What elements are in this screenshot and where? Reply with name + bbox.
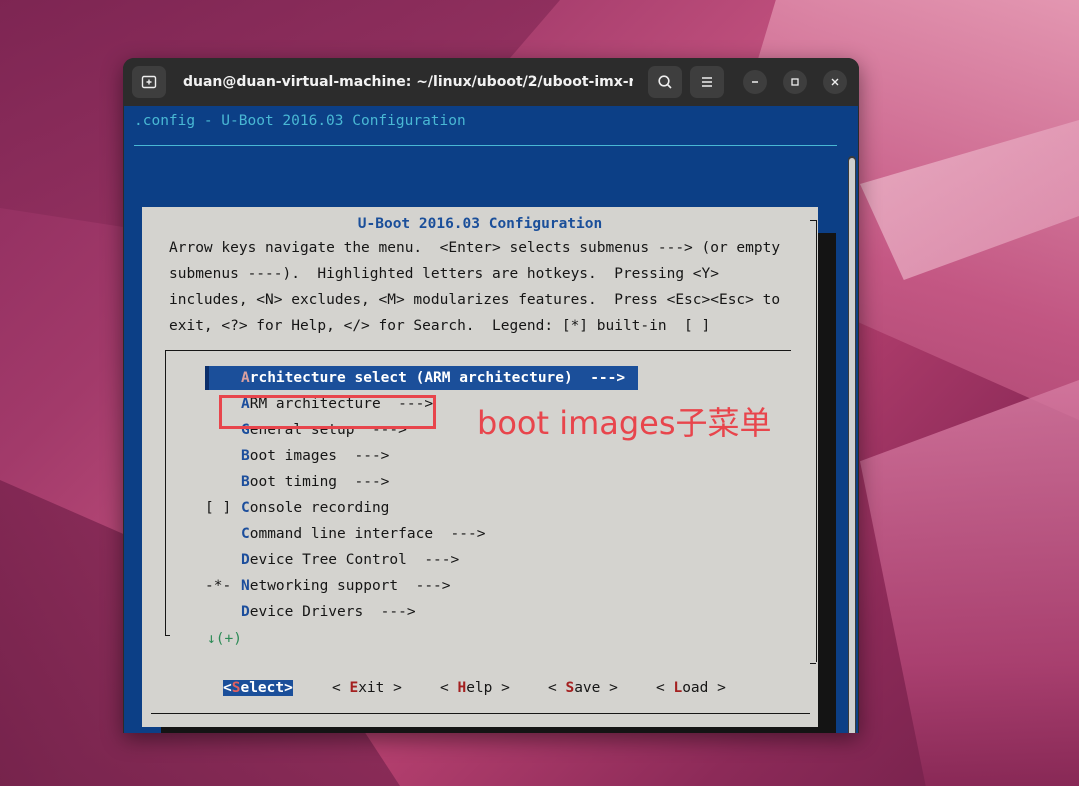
search-icon bbox=[658, 75, 672, 89]
save-button[interactable]: < Save > bbox=[548, 680, 618, 696]
hamburger-icon bbox=[702, 77, 712, 87]
menu-item-networking-support[interactable]: Networking support ---> bbox=[241, 578, 451, 594]
close-icon bbox=[831, 78, 839, 86]
menu-item-console-recording[interactable]: Console recording bbox=[241, 500, 389, 516]
menu-item-device-drivers[interactable]: Device Drivers ---> bbox=[241, 604, 416, 620]
menu-box-top bbox=[165, 350, 791, 351]
help-line-3: includes, <N> excludes, <M> modularizes … bbox=[169, 292, 781, 308]
menu-box-bottom bbox=[165, 635, 170, 636]
maximize-icon bbox=[791, 78, 799, 86]
select-button[interactable]: <Select> bbox=[223, 680, 293, 696]
search-button[interactable] bbox=[648, 66, 682, 98]
menuconfig-dialog: U-Boot 2016.03 Configuration Arrow keys … bbox=[142, 207, 818, 727]
help-line-1: Arrow keys navigate the menu. <Enter> se… bbox=[169, 240, 781, 256]
scrollbar-thumb[interactable] bbox=[849, 158, 855, 733]
help-line-4: exit, <?> for Help, </> for Search. Lege… bbox=[169, 318, 711, 334]
dialog-title: U-Boot 2016.03 Configuration bbox=[357, 216, 603, 232]
close-button[interactable] bbox=[823, 70, 847, 94]
menu-box-left bbox=[165, 350, 166, 635]
help-button[interactable]: < Help > bbox=[440, 680, 510, 696]
console-recording-checkbox[interactable]: [ ] bbox=[205, 500, 231, 516]
menu-item-boot-timing[interactable]: Boot timing ---> bbox=[241, 474, 389, 490]
help-line-2: submenus ----). Highlighted letters are … bbox=[169, 266, 719, 282]
exit-button[interactable]: < Exit > bbox=[332, 680, 402, 696]
annotation-highlight-box bbox=[219, 395, 436, 429]
new-tab-icon bbox=[141, 75, 157, 89]
button-row-separator bbox=[151, 713, 810, 714]
new-tab-button[interactable] bbox=[132, 66, 166, 98]
menu-item-command-line-interface[interactable]: Command line interface ---> bbox=[241, 526, 485, 542]
networking-state-marker: -*- bbox=[205, 578, 232, 594]
header-separator bbox=[134, 145, 837, 146]
minimize-button[interactable] bbox=[743, 70, 767, 94]
menu-item-device-tree-control[interactable]: Device Tree Control ---> bbox=[241, 552, 459, 568]
menu-item-architecture-select[interactable]: Architecture select (ARM architecture) -… bbox=[241, 370, 625, 386]
title-bar: duan@duan-virtual-machine: ~/linux/uboot… bbox=[123, 58, 859, 106]
selection-edge bbox=[205, 366, 209, 390]
more-items-indicator: ↓(+) bbox=[207, 631, 242, 647]
hamburger-menu-button[interactable] bbox=[690, 66, 724, 98]
menu-item-boot-images[interactable]: Boot images ---> bbox=[241, 448, 389, 464]
dialog-right-border-lower bbox=[810, 663, 816, 664]
config-header: .config - U-Boot 2016.03 Configuration bbox=[134, 113, 466, 129]
terminal-scrollbar[interactable] bbox=[848, 156, 856, 733]
load-button[interactable]: < Load > bbox=[656, 680, 726, 696]
minimize-icon bbox=[752, 81, 758, 83]
dialog-right-border bbox=[810, 220, 817, 662]
window-title: duan@duan-virtual-machine: ~/linux/uboot… bbox=[183, 74, 633, 90]
annotation-label: boot images子菜单 bbox=[477, 404, 772, 442]
maximize-button[interactable] bbox=[783, 70, 807, 94]
